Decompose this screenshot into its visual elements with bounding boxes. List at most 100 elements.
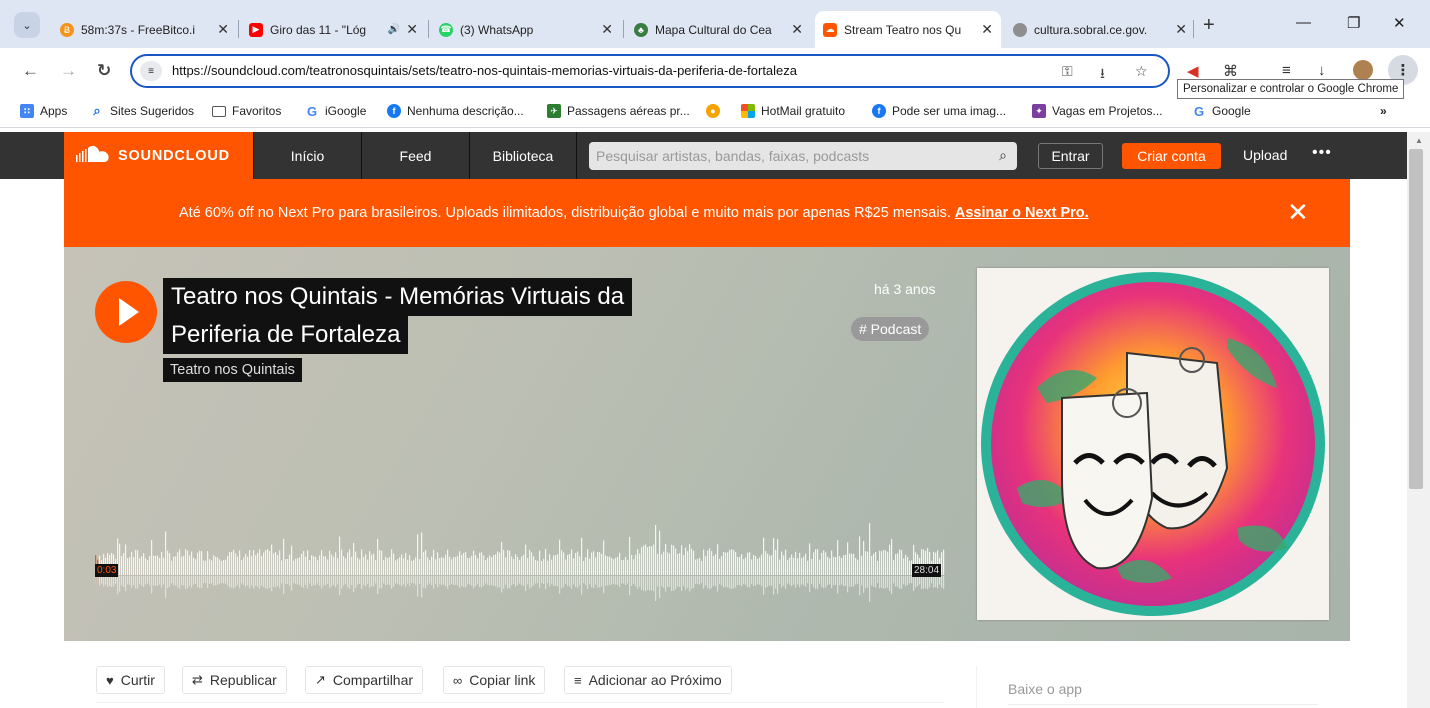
bookmark-star-icon[interactable]: ☆ <box>1135 63 1148 80</box>
add-to-queue-label: Adicionar ao Próximo <box>588 672 722 688</box>
repost-button[interactable]: ⇄ Republicar <box>182 666 287 694</box>
browser-tab[interactable]: Ƀ 58m:37s - FreeBitco.i ✕ <box>52 11 237 48</box>
waveform-bar <box>603 540 605 575</box>
minimize-window-icon[interactable]: — <box>1296 14 1311 31</box>
nav-biblioteca[interactable]: Biblioteca <box>469 132 577 179</box>
more-options-icon[interactable]: ••• <box>1312 144 1332 162</box>
waveform-bar <box>129 557 131 575</box>
waveform-bar <box>487 557 489 575</box>
waveform-bar <box>417 534 419 575</box>
waveform-reflection-bar <box>407 576 409 584</box>
soundcloud-logo[interactable]: SOUNDCLOUD <box>64 132 253 179</box>
bookmark-vagas[interactable]: ✦ Vagas em Projetos... <box>1032 104 1163 118</box>
close-tab-icon[interactable]: ✕ <box>601 21 613 38</box>
site-settings-icon[interactable]: ≡ <box>140 61 162 81</box>
close-tab-icon[interactable]: ✕ <box>406 21 418 38</box>
address-bar[interactable]: ≡ https://soundcloud.com/teatronosquinta… <box>130 54 1170 88</box>
waveform-bar <box>693 550 695 575</box>
waveform-reflection-bar <box>805 576 807 587</box>
forward-arrow-icon[interactable]: → <box>60 61 77 81</box>
waveform-bar <box>381 550 383 575</box>
copy-link-button[interactable]: ∞ Copiar link <box>443 666 546 694</box>
waveform-reflection-bar <box>925 576 927 589</box>
browser-tab[interactable]: ▶ Giro das 11 - "Lóg 🔊 ✕ <box>241 11 426 48</box>
search-icon[interactable]: ⌕ <box>999 147 1007 164</box>
close-tab-icon[interactable]: ✕ <box>791 21 803 38</box>
waveform-reflection-bar <box>689 576 691 592</box>
browser-tab[interactable]: ♣ Mapa Cultural do Cea ✕ <box>626 11 811 48</box>
waveform-bar <box>161 552 163 575</box>
browser-tab-active[interactable]: ☁ Stream Teatro nos Qu ✕ <box>815 11 1001 48</box>
bookmark-sites-sugeridos[interactable]: ⌕ Sites Sugeridos <box>90 103 194 118</box>
share-button[interactable]: ↗ Compartilhar <box>305 666 424 694</box>
reload-icon[interactable]: ↻ <box>97 61 111 81</box>
install-app-icon[interactable]: ⭳ <box>1100 63 1105 87</box>
waveform-reflection-bar <box>495 576 497 587</box>
reading-list-icon[interactable]: ≡ <box>1282 62 1291 79</box>
artist-name[interactable]: Teatro nos Quintais <box>163 358 302 382</box>
bookmark-facebook-1[interactable]: f Nenhuma descrição... <box>387 104 524 118</box>
bookmark-passagens[interactable]: ✈ Passagens aéreas pr... <box>547 104 690 118</box>
close-tab-icon[interactable]: ✕ <box>981 21 993 38</box>
audio-playing-icon[interactable]: 🔊 <box>388 24 400 35</box>
add-to-queue-icon: ≡ <box>574 672 582 688</box>
waveform-bar <box>671 544 673 575</box>
waveform-reflection-bar <box>889 576 891 592</box>
waveform-reflection-bar <box>155 576 157 586</box>
bookmark-hotmail[interactable]: HotMail gratuito <box>741 104 845 118</box>
extension-icon[interactable]: ◀ <box>1187 62 1199 80</box>
waveform-bar <box>499 552 501 575</box>
more-bookmarks-chevron-icon[interactable]: » <box>1380 104 1387 118</box>
nav-inicio[interactable]: Início <box>253 132 361 179</box>
play-button[interactable] <box>95 281 157 343</box>
back-arrow-icon[interactable]: ← <box>22 61 39 81</box>
url-text[interactable]: https://soundcloud.com/teatronosquintais… <box>172 63 797 78</box>
browser-tab[interactable]: ☎ (3) WhatsApp ✕ <box>431 11 621 48</box>
close-banner-icon[interactable]: ✕ <box>1287 197 1309 228</box>
bookmark-apps[interactable]: ∷ Apps <box>20 104 67 118</box>
tab-search-chevron-icon[interactable]: ⌄ <box>14 12 40 38</box>
add-to-queue-button[interactable]: ≡ Adicionar ao Próximo <box>564 666 732 694</box>
download-app-link[interactable]: Baixe o app <box>1008 681 1082 697</box>
tab-separator <box>623 20 624 38</box>
page-scrollbar[interactable]: ▲ <box>1407 132 1430 708</box>
playlist-artwork[interactable] <box>977 268 1329 620</box>
bookmark-igoogle[interactable]: G iGoogle <box>305 104 366 119</box>
bookmark-favoritos[interactable]: Favoritos <box>212 104 281 118</box>
upload-link[interactable]: Upload <box>1243 147 1287 163</box>
profile-avatar[interactable] <box>1353 60 1373 80</box>
waveform-bar <box>577 551 579 575</box>
waveform-reflection-bar <box>217 576 219 585</box>
downloads-icon[interactable]: ↓ <box>1318 62 1326 79</box>
waveform[interactable] <box>95 509 945 613</box>
genre-tag[interactable]: # Podcast <box>851 317 930 341</box>
close-window-icon[interactable]: ✕ <box>1393 14 1406 32</box>
waveform-reflection-bar <box>497 576 499 588</box>
sign-in-button[interactable]: Entrar <box>1038 143 1103 169</box>
bookmark-globe[interactable]: ● <box>706 104 726 118</box>
search-input[interactable] <box>589 142 979 170</box>
promo-link[interactable]: Assinar o Next Pro. <box>955 205 1089 221</box>
scrollbar-thumb[interactable] <box>1409 149 1423 489</box>
bookmark-google[interactable]: G Google <box>1192 104 1251 119</box>
create-account-button[interactable]: Criar conta <box>1122 143 1221 169</box>
waveform-bar <box>753 554 755 575</box>
playlist-title-line1[interactable]: Teatro nos Quintais - Memórias Virtuais … <box>163 278 633 316</box>
restore-window-icon[interactable]: ❐ <box>1347 14 1360 32</box>
browser-tab[interactable]: cultura.sobral.ce.gov. ✕ <box>1005 11 1195 48</box>
bookmark-facebook-2[interactable]: f Pode ser uma imag... <box>872 104 1006 118</box>
scroll-up-arrow-icon[interactable]: ▲ <box>1415 136 1423 145</box>
new-tab-plus-icon[interactable]: + <box>1203 14 1215 37</box>
nav-feed[interactable]: Feed <box>361 132 469 179</box>
close-tab-icon[interactable]: ✕ <box>217 21 229 38</box>
waveform-bar <box>437 552 439 575</box>
playlist-title-line2[interactable]: Periferia de Fortaleza <box>163 316 409 354</box>
waveform-reflection-bar <box>161 576 163 588</box>
waveform-reflection-bar <box>273 576 275 587</box>
like-button[interactable]: ♥ Curtir <box>96 666 165 694</box>
waveform-reflection-bar <box>791 576 793 587</box>
extensions-puzzle-icon[interactable]: ⌘ <box>1223 62 1238 80</box>
close-tab-icon[interactable]: ✕ <box>1175 21 1187 38</box>
password-key-icon[interactable]: ⚿ <box>1062 63 1073 80</box>
waveform-reflection-bar <box>871 576 873 586</box>
